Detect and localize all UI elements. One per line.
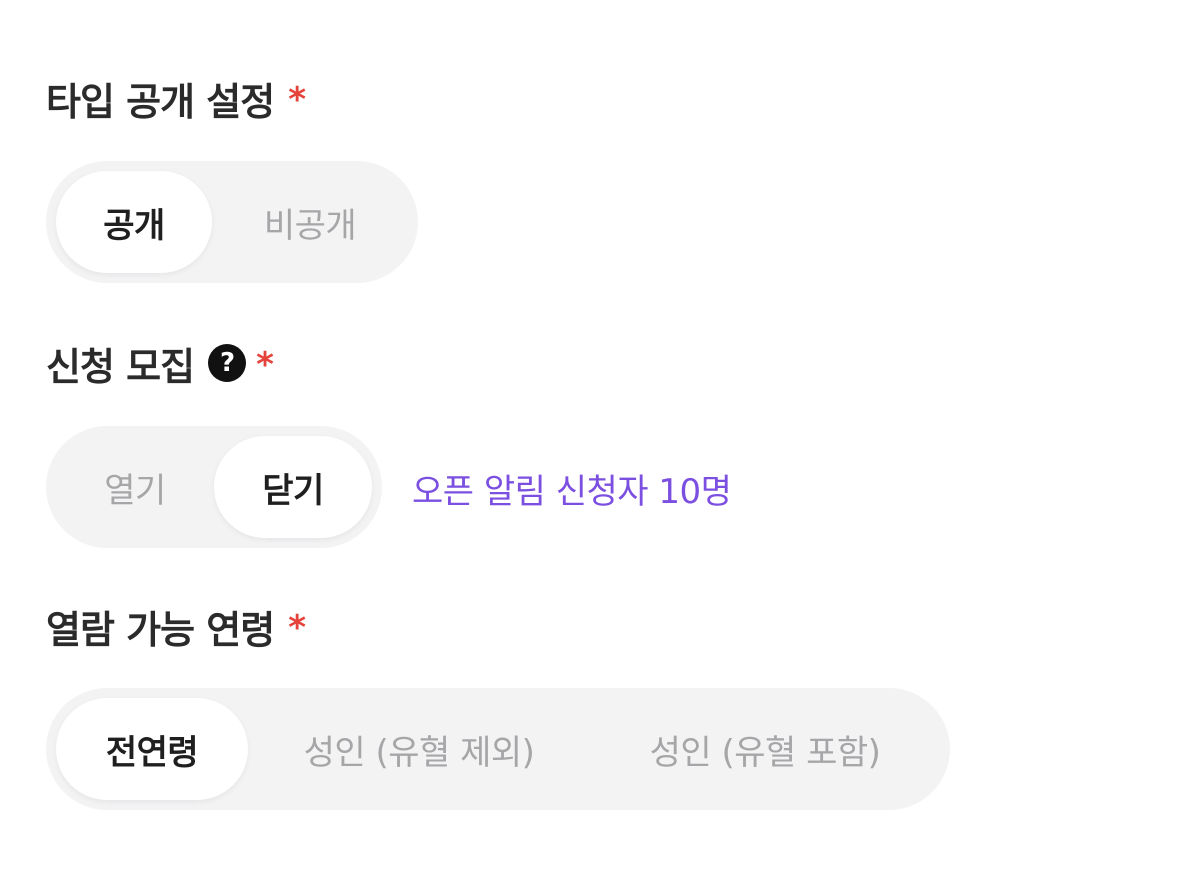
visibility-segmented-control: 공개 비공개 <box>46 161 418 283</box>
visibility-title-text: 타입 공개 설정 <box>46 79 275 124</box>
age-option-adult-with-gore[interactable]: 성인 (유혈 포함) <box>590 698 940 800</box>
required-asterisk: * <box>256 345 274 385</box>
question-circle-icon[interactable]: ? <box>208 344 247 382</box>
visibility-option-public[interactable]: 공개 <box>56 171 212 273</box>
visibility-option-private[interactable]: 비공개 <box>212 171 408 273</box>
recruit-segmented-control: 열기 닫기 <box>46 426 382 548</box>
visibility-section-title: 타입 공개 설정 * <box>46 68 306 128</box>
age-option-adult-no-gore[interactable]: 성인 (유혈 제외) <box>248 698 590 800</box>
required-asterisk: * <box>288 608 306 648</box>
age-title-text: 열람 가능 연령 <box>46 607 275 652</box>
required-asterisk: * <box>288 80 306 120</box>
age-option-all[interactable]: 전연령 <box>56 698 248 800</box>
recruit-section-title: 신청 모집 ? * <box>46 333 274 393</box>
recruit-option-close[interactable]: 닫기 <box>214 436 372 538</box>
open-notify-count-link[interactable]: 오픈 알림 신청자 10명 <box>412 462 732 514</box>
age-segmented-control: 전연령 성인 (유혈 제외) 성인 (유혈 포함) <box>46 688 950 810</box>
recruit-title-text: 신청 모집 <box>46 344 195 389</box>
age-section-title: 열람 가능 연령 * <box>46 596 306 656</box>
settings-page: 타입 공개 설정 * 공개 비공개 신청 모집 ? * 열기 닫기 오픈 알림 … <box>0 0 1200 879</box>
recruit-option-open[interactable]: 열기 <box>56 436 214 538</box>
